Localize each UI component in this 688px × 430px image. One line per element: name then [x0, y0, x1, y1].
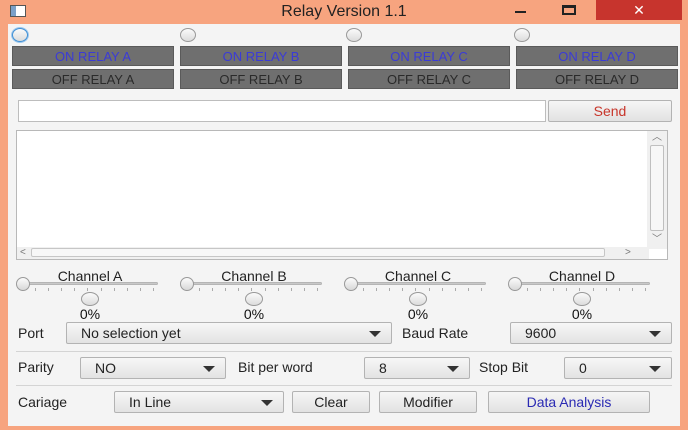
chevron-down-icon: [649, 331, 661, 337]
modifier-button[interactable]: Modifier: [379, 391, 477, 413]
on-relay-a-button[interactable]: ON RELAY A: [12, 46, 174, 66]
data-analysis-button[interactable]: Data Analysis: [488, 391, 650, 413]
port-label: Port: [18, 325, 44, 341]
channel-b-percent: 0%: [243, 306, 265, 322]
horizontal-scroll-thumb[interactable]: [31, 248, 605, 257]
vertical-scrollbar[interactable]: ︿ ﹀: [647, 131, 667, 249]
parity-label: Parity: [18, 359, 54, 375]
baud-rate-value: 9600: [525, 325, 557, 341]
channel-d-slider[interactable]: [510, 282, 650, 285]
channel-d-percent: 0%: [571, 306, 593, 322]
carriage-select[interactable]: In Line: [114, 391, 284, 413]
minimize-button[interactable]: [500, 0, 540, 20]
chevron-down-icon: [649, 366, 661, 372]
port-value: No selection yet: [81, 325, 181, 341]
divider: [16, 385, 672, 386]
bit-per-word-label: Bit per word: [238, 359, 313, 375]
chevron-down-icon: [261, 400, 273, 406]
stop-bit-select[interactable]: 0: [564, 357, 672, 379]
carriage-value: In Line: [129, 394, 172, 410]
vertical-scroll-thumb[interactable]: [650, 145, 664, 231]
parity-select[interactable]: NO: [80, 357, 226, 379]
off-relay-b-button[interactable]: OFF RELAY B: [180, 69, 342, 89]
scroll-down-icon[interactable]: ﹀: [652, 235, 662, 245]
close-button[interactable]: ✕: [596, 0, 682, 20]
scroll-up-icon[interactable]: ︿: [652, 133, 662, 143]
channel-c-percent: 0%: [407, 306, 429, 322]
channel-d-radio[interactable]: [573, 292, 591, 306]
relay-c-indicator[interactable]: [346, 28, 362, 42]
channel-c-slider[interactable]: [346, 282, 486, 285]
baud-rate-select[interactable]: 9600: [510, 322, 672, 344]
bit-per-word-select[interactable]: 8: [364, 357, 470, 379]
send-button[interactable]: Send: [548, 100, 672, 122]
channel-a-slider-thumb[interactable]: [16, 277, 30, 291]
on-relay-d-button[interactable]: ON RELAY D: [516, 46, 678, 66]
relay-b-indicator[interactable]: [180, 28, 196, 42]
channel-a-radio[interactable]: [81, 292, 99, 306]
channel-a-slider[interactable]: [18, 282, 158, 285]
clear-button[interactable]: Clear: [292, 391, 370, 413]
channel-c-slider-thumb[interactable]: [344, 277, 358, 291]
output-textarea[interactable]: ︿ ﹀ < >: [16, 130, 668, 260]
scroll-right-icon[interactable]: >: [625, 248, 631, 258]
on-relay-c-button[interactable]: ON RELAY C: [348, 46, 510, 66]
parity-value: NO: [95, 360, 116, 376]
title-bar: Relay Version 1.1 ✕: [0, 0, 688, 24]
port-select[interactable]: No selection yet: [66, 322, 392, 344]
channel-a-percent: 0%: [79, 306, 101, 322]
scroll-left-icon[interactable]: <: [20, 248, 26, 258]
minimize-icon: [514, 11, 526, 13]
relay-a-indicator[interactable]: [12, 28, 28, 42]
main-panel: ON RELAY A ON RELAY B ON RELAY C ON RELA…: [8, 24, 680, 426]
divider: [16, 351, 672, 352]
send-input[interactable]: [18, 100, 546, 122]
chevron-down-icon: [203, 366, 215, 372]
chevron-down-icon: [447, 366, 459, 372]
maximize-icon: [562, 5, 576, 15]
channel-c-radio[interactable]: [409, 292, 427, 306]
stop-bit-label: Stop Bit: [479, 359, 529, 375]
channel-b-slider[interactable]: [182, 282, 322, 285]
on-relay-b-button[interactable]: ON RELAY B: [180, 46, 342, 66]
off-relay-d-button[interactable]: OFF RELAY D: [516, 69, 678, 89]
channel-b-radio[interactable]: [245, 292, 263, 306]
bit-per-word-value: 8: [379, 360, 387, 376]
carriage-label: Cariage: [18, 394, 68, 410]
chevron-down-icon: [369, 331, 381, 337]
close-icon: ✕: [633, 1, 645, 18]
horizontal-scrollbar[interactable]: < >: [17, 247, 649, 259]
channel-b-slider-thumb[interactable]: [180, 277, 194, 291]
maximize-button[interactable]: [548, 0, 590, 20]
off-relay-c-button[interactable]: OFF RELAY C: [348, 69, 510, 89]
baud-rate-label: Baud Rate: [402, 325, 469, 341]
stop-bit-value: 0: [579, 360, 587, 376]
relay-d-indicator[interactable]: [514, 28, 530, 42]
channel-d-slider-thumb[interactable]: [508, 277, 522, 291]
off-relay-a-button[interactable]: OFF RELAY A: [12, 69, 174, 89]
